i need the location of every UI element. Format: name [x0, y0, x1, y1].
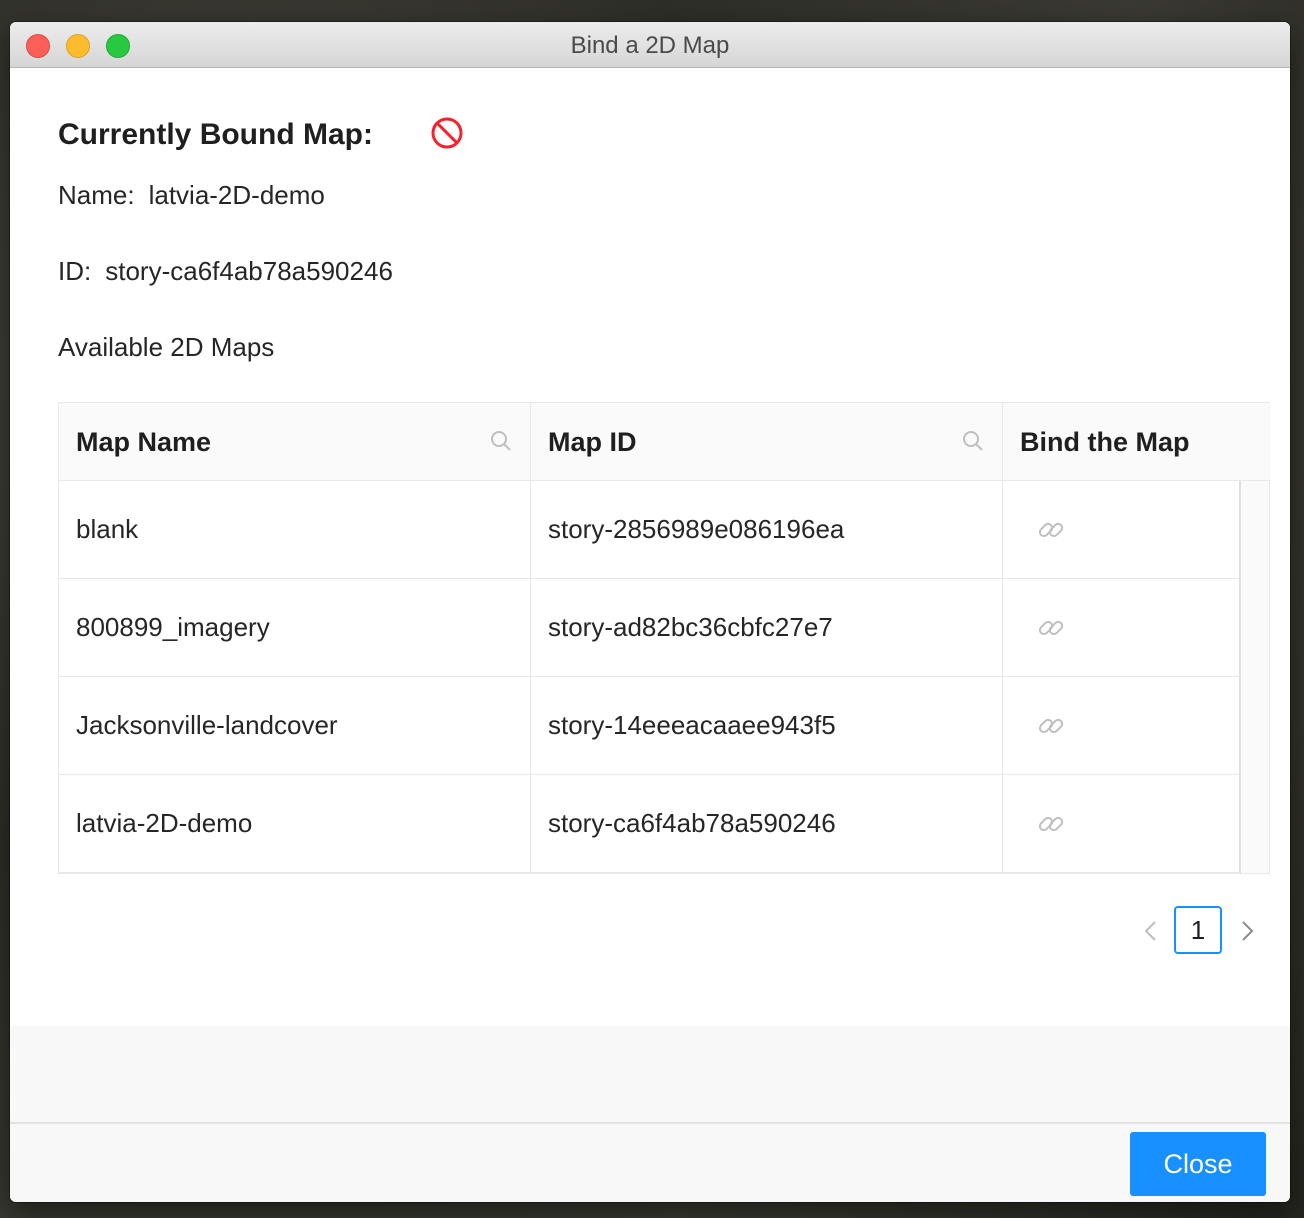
- column-header-bind: Bind the Map: [1020, 427, 1190, 457]
- name-label: Name:: [58, 180, 135, 210]
- chevron-right-icon[interactable]: [1234, 918, 1260, 944]
- map-id-cell: story-14eeeacaaee943f5: [548, 710, 836, 740]
- search-icon[interactable]: [961, 429, 985, 453]
- map-name-cell: 800899_imagery: [76, 612, 270, 642]
- table-row: blank story-2856989e086196ea: [59, 481, 1239, 579]
- bound-map-heading: Currently Bound Map:: [58, 118, 373, 151]
- map-name-cell: Jacksonville-landcover: [76, 710, 338, 740]
- column-header-map-id: Map ID: [548, 427, 637, 457]
- search-icon[interactable]: [489, 429, 513, 453]
- pagination-page-button[interactable]: 1: [1174, 906, 1222, 954]
- map-name-cell: latvia-2D-demo: [76, 808, 253, 838]
- window-title: Bind a 2D Map: [570, 32, 730, 59]
- title-bar[interactable]: Bind a 2D Map: [10, 22, 1290, 68]
- column-divider: [530, 403, 531, 873]
- bind-map-dialog: Bind a 2D Map Currently Bound Map: Name:…: [10, 22, 1290, 1202]
- close-button[interactable]: Close: [1130, 1132, 1266, 1196]
- link-icon[interactable]: [1036, 515, 1066, 545]
- chevron-left-icon[interactable]: [1138, 918, 1164, 944]
- id-label: ID:: [58, 256, 92, 286]
- link-icon[interactable]: [1036, 711, 1066, 741]
- table-row: 800899_imagery story-ad82bc36cbfc27e7: [59, 579, 1239, 677]
- map-name-cell: blank: [76, 514, 139, 544]
- table-header: Map Name Map ID Bind the Map: [59, 403, 1271, 481]
- map-id-cell: story-ad82bc36cbfc27e7: [548, 612, 833, 642]
- bound-map-name: Name: latvia-2D-demo: [58, 180, 325, 211]
- ban-icon: [431, 117, 463, 149]
- dialog-footer: Close: [10, 1026, 1290, 1202]
- column-divider: [1002, 403, 1003, 873]
- footer-divider: [10, 1122, 1290, 1124]
- table-row: Jacksonville-landcover story-14eeeacaaee…: [59, 677, 1239, 775]
- table-row: latvia-2D-demo story-ca6f4ab78a590246: [59, 775, 1239, 873]
- available-maps-heading: Available 2D Maps: [58, 332, 275, 362]
- map-id-cell: story-2856989e086196ea: [548, 514, 845, 544]
- bound-map-id: ID: story-ca6f4ab78a590246: [58, 256, 393, 287]
- column-header-map-name: Map Name: [76, 427, 212, 457]
- map-id-cell: story-ca6f4ab78a590246: [548, 808, 836, 838]
- id-value: story-ca6f4ab78a590246: [105, 256, 393, 286]
- table-scrollbar[interactable]: [1239, 481, 1269, 873]
- maps-table: Map Name Map ID Bind the Map blank story…: [58, 402, 1271, 874]
- name-value: latvia-2D-demo: [148, 180, 325, 210]
- link-icon[interactable]: [1036, 809, 1066, 839]
- link-icon[interactable]: [1036, 613, 1066, 643]
